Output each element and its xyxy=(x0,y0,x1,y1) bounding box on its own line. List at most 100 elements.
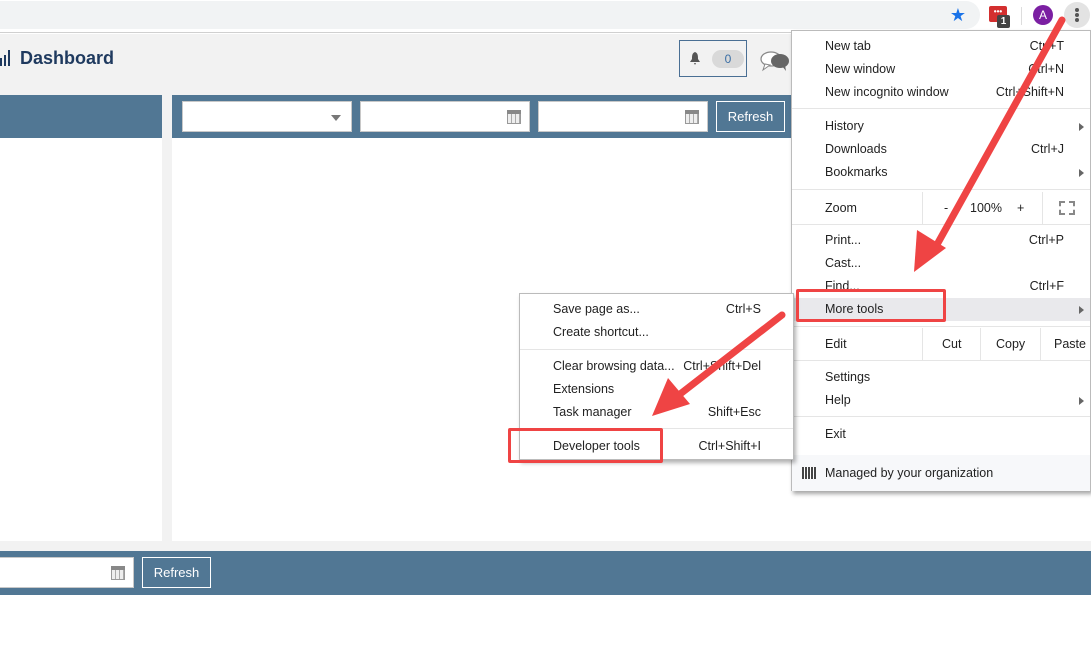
bottom-refresh-button[interactable]: Refresh xyxy=(142,557,211,588)
menu-shortcut: Ctrl+P xyxy=(1028,233,1064,247)
menu-item-help[interactable]: Help xyxy=(792,389,1090,412)
edit-divider xyxy=(922,328,923,360)
menu-shortcut: Ctrl+S xyxy=(725,302,761,316)
toolbar-divider xyxy=(1021,7,1022,25)
menu-divider xyxy=(792,326,1090,327)
profile-avatar[interactable]: A xyxy=(1033,5,1053,25)
panel-gutter xyxy=(162,92,172,542)
calendar-icon[interactable] xyxy=(111,566,125,580)
menu-item-settings[interactable]: Settings xyxy=(792,366,1090,389)
notifications-button[interactable]: 0 xyxy=(679,40,747,77)
calendar-icon[interactable] xyxy=(685,110,699,124)
menu-label: New window xyxy=(825,62,896,76)
zoom-level: 100% xyxy=(970,201,1002,215)
zoom-divider xyxy=(1042,192,1043,224)
bell-icon xyxy=(690,51,700,65)
left-panel xyxy=(0,138,162,541)
notification-count: 0 xyxy=(712,50,744,68)
menu-divider xyxy=(520,349,793,350)
menu-shortcut: Ctrl+T xyxy=(1029,39,1064,53)
menu-item-bookmarks[interactable]: Bookmarks xyxy=(792,161,1090,184)
refresh-button[interactable]: Refresh xyxy=(716,101,785,132)
menu-label: Create shortcut... xyxy=(553,325,649,339)
menu-item-new-tab[interactable]: New tab Ctrl+T xyxy=(792,35,1090,58)
menu-divider xyxy=(792,189,1090,190)
kebab-menu-icon[interactable] xyxy=(1064,2,1090,28)
menu-shortcut: Ctrl+J xyxy=(1031,142,1064,156)
menu-item-cast[interactable]: Cast... xyxy=(792,252,1090,275)
menu-label: Exit xyxy=(825,427,846,441)
star-icon[interactable]: ★ xyxy=(948,5,968,25)
menu-item-history[interactable]: History xyxy=(792,115,1090,138)
menu-label: Extensions xyxy=(553,382,615,396)
menu-shortcut: Ctrl+Shift+N xyxy=(995,85,1064,99)
zoom-out-button[interactable]: - xyxy=(944,192,948,224)
menu-item-extensions[interactable]: Extensions xyxy=(520,378,793,401)
bottom-filter-bar: Refresh xyxy=(0,551,1091,595)
menu-label: Save page as... xyxy=(553,302,640,316)
section-divider xyxy=(0,541,1091,551)
edit-divider xyxy=(980,328,981,360)
menu-item-new-window[interactable]: New window Ctrl+N xyxy=(792,58,1090,81)
chevron-right-icon xyxy=(1079,169,1084,177)
chat-bubbles-icon[interactable] xyxy=(760,50,790,72)
menu-item-clear-browsing-data[interactable]: Clear browsing data... Ctrl+Shift+Del xyxy=(520,355,793,378)
menu-label: Help xyxy=(825,393,851,407)
browser-toolbar: ★ ••• 1 A xyxy=(0,0,1091,33)
paste-button[interactable]: Paste xyxy=(1054,328,1086,360)
chrome-main-menu: New tab Ctrl+T New window Ctrl+N New inc… xyxy=(791,30,1091,491)
menu-label: New incognito window xyxy=(825,85,949,99)
copy-button[interactable]: Copy xyxy=(996,328,1025,360)
edit-divider xyxy=(1040,328,1041,360)
menu-shortcut: Ctrl+N xyxy=(1028,62,1064,76)
chevron-right-icon xyxy=(1079,123,1084,131)
menu-item-task-manager[interactable]: Task manager Shift+Esc xyxy=(520,401,793,424)
menu-item-new-incognito-window[interactable]: New incognito window Ctrl+Shift+N xyxy=(792,81,1090,104)
menu-shortcut: Shift+Esc xyxy=(707,405,761,419)
zoom-label: Zoom xyxy=(825,201,857,215)
menu-label: Bookmarks xyxy=(825,165,888,179)
left-panel-header xyxy=(0,95,162,138)
menu-label: History xyxy=(825,119,864,133)
calendar-icon[interactable] xyxy=(507,110,521,124)
extension-badge: 1 xyxy=(997,15,1010,28)
menu-shortcut: Ctrl+F xyxy=(1029,279,1064,293)
menu-label: Clear browsing data... xyxy=(553,359,675,373)
category-select[interactable] xyxy=(182,101,352,132)
date-from-input[interactable] xyxy=(360,101,530,132)
menu-item-downloads[interactable]: Downloads Ctrl+J xyxy=(792,138,1090,161)
address-bar[interactable] xyxy=(0,1,980,29)
bottom-date-input[interactable] xyxy=(0,557,134,588)
menu-divider xyxy=(792,108,1090,109)
more-tools-highlight xyxy=(796,289,946,322)
menu-divider xyxy=(792,224,1090,225)
menu-label: Downloads xyxy=(825,142,887,156)
menu-item-print[interactable]: Print... Ctrl+P xyxy=(792,229,1090,252)
menu-shortcut: Ctrl+Shift+I xyxy=(698,439,761,453)
zoom-in-button[interactable]: + xyxy=(1017,192,1024,224)
menu-divider xyxy=(792,360,1090,361)
filter-bar: Refresh xyxy=(172,95,802,138)
menu-divider xyxy=(792,416,1090,417)
zoom-divider xyxy=(922,192,923,224)
fullscreen-icon[interactable] xyxy=(1059,201,1075,215)
edit-label: Edit xyxy=(825,337,847,351)
menu-item-save-page-as[interactable]: Save page as... Ctrl+S xyxy=(520,298,793,321)
menu-zoom-row: Zoom - 100% + xyxy=(792,192,1090,224)
building-icon xyxy=(802,467,816,479)
managed-by-organization[interactable]: Managed by your organization xyxy=(792,455,1090,491)
chevron-down-icon xyxy=(331,115,341,121)
developer-tools-highlight xyxy=(508,428,663,463)
menu-label: Settings xyxy=(825,370,871,384)
date-to-input[interactable] xyxy=(538,101,708,132)
chevron-right-icon xyxy=(1079,397,1084,405)
cut-button[interactable]: Cut xyxy=(942,328,961,360)
page-title: Dashboard xyxy=(20,48,115,68)
menu-label: Task manager xyxy=(553,405,632,419)
managed-label: Managed by your organization xyxy=(825,466,994,480)
menu-shortcut: Ctrl+Shift+Del xyxy=(683,359,761,373)
menu-item-exit[interactable]: Exit xyxy=(792,423,1090,446)
menu-item-create-shortcut[interactable]: Create shortcut... xyxy=(520,321,793,344)
menu-label: Cast... xyxy=(825,256,862,270)
menu-label: New tab xyxy=(825,39,871,53)
